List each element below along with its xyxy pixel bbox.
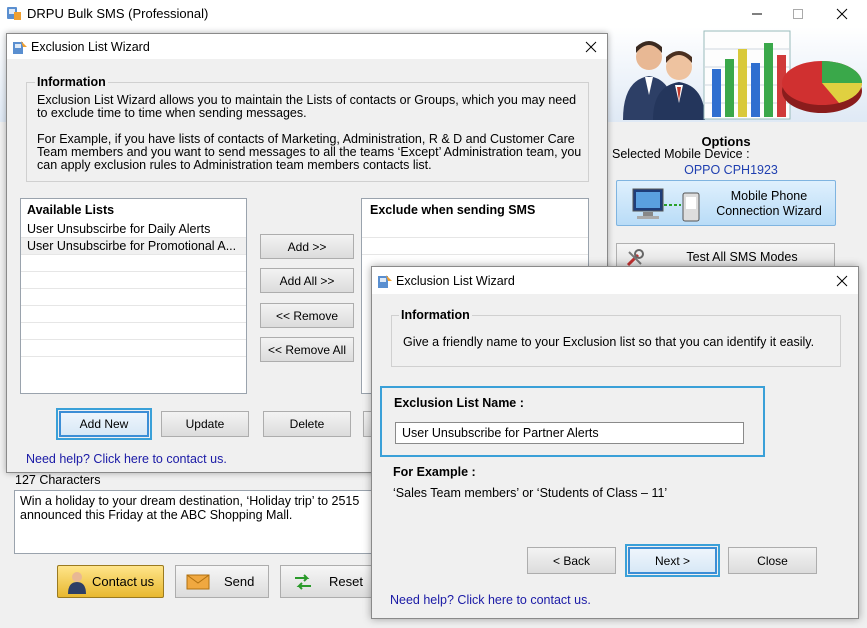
next-button[interactable]: Next > [625,544,720,577]
available-lists-heading: Available Lists [27,203,115,217]
update-button[interactable]: Update [161,411,249,437]
wizard-icon [377,273,393,289]
wizard1-title: Exclusion List Wizard [31,40,150,54]
wizard1-info-heading: Information [35,75,108,89]
wizard1-help-link[interactable]: Need help? Click here to contact us. [26,452,227,466]
exclusion-name-input[interactable]: User Unsubscribe for Partner Alerts [395,422,744,444]
tools-icon [625,248,645,268]
reset-button[interactable]: Reset [280,565,374,598]
pie-chart-icon [779,47,865,119]
wizard2-title-bar: Exclusion List Wizard [372,267,858,294]
wizard2-info-heading: Information [399,308,472,322]
delete-button[interactable]: Delete [263,411,351,437]
main-title: DRPU Bulk SMS (Professional) [27,6,209,21]
connection-wizard-label: Mobile Phone Connection Wizard [716,189,822,218]
characters-count: 127 Characters [15,473,101,487]
wizard2-info-group: Information Give a friendly name to your… [391,308,841,367]
example-text: ‘Sales Team members’ or ‘Students of Cla… [393,486,668,500]
wizard2-title: Exclusion List Wizard [396,274,515,288]
support-person-icon [66,570,88,594]
wizard1-info-text-1: Exclusion List Wizard allows you to main… [37,93,577,120]
empty-row [362,221,588,238]
app-icon [6,5,22,21]
empty-row [362,238,588,255]
main-title-bar: DRPU Bulk SMS (Professional) [0,0,867,27]
connection-wizard-button[interactable]: Mobile Phone Connection Wizard [616,180,836,226]
list-item[interactable]: User Unsubscirbe for Daily Alerts [21,221,246,238]
wizard-icon [12,39,28,55]
device-value: OPPO CPH1923 [684,163,778,177]
empty-row [21,340,246,357]
close-icon[interactable] [579,37,603,57]
remove-button[interactable]: << Remove [260,303,354,328]
empty-row [21,272,246,289]
message-text: Win a holiday to your dream destination,… [20,494,360,522]
minimize-icon[interactable] [735,0,779,27]
device-label: Selected Mobile Device : [612,147,750,161]
empty-row [21,323,246,340]
computer-phone-icon [631,187,703,223]
send-label: Send [224,574,255,589]
back-button[interactable]: < Back [527,547,616,574]
close-button[interactable]: Close [728,547,817,574]
message-textarea[interactable]: Win a holiday to your dream destination,… [14,490,374,554]
add-all-button[interactable]: Add All >> [260,268,354,293]
wizard2-help-link[interactable]: Need help? Click here to contact us. [390,593,591,607]
swap-arrows-icon [293,573,313,591]
exclusion-name-dialog: Exclusion List Wizard Information Give a… [371,266,859,619]
options-panel: Options Selected Mobile Device : OPPO CP… [606,122,867,272]
wizard1-title-bar: Exclusion List Wizard [7,34,607,59]
wizard1-info-group: Information Exclusion List Wizard allows… [26,75,589,182]
maximize-icon[interactable] [776,0,820,27]
empty-row [21,306,246,323]
empty-row [21,289,246,306]
contact-us-label: Contact us [92,574,155,589]
contact-us-button[interactable]: Contact us [57,565,164,598]
add-new-button[interactable]: Add New [56,408,152,440]
add-button[interactable]: Add >> [260,234,354,259]
exclude-list-heading: Exclude when sending SMS [370,203,536,217]
list-item[interactable]: User Unsubscirbe for Promotional A... [21,238,246,255]
remove-all-button[interactable]: << Remove All [260,337,354,362]
exclusion-name-group: Exclusion List Name : User Unsubscribe f… [380,386,765,457]
test-sms-modes-label: Test All SMS Modes [686,250,798,264]
empty-row [21,255,246,272]
envelope-icon [186,573,210,591]
business-people-icon [615,35,715,120]
close-icon[interactable] [820,0,864,27]
wizard1-info-text-2: For Example, if you have lists of contac… [37,132,582,172]
wizard2-info-text: Give a friendly name to your Exclusion l… [403,335,815,349]
send-button[interactable]: Send [175,565,269,598]
reset-label: Reset [329,574,363,589]
exclusion-name-label: Exclusion List Name : [394,396,524,410]
available-lists-box[interactable]: Available Lists User Unsubscirbe for Dai… [20,198,247,394]
close-icon[interactable] [830,271,854,291]
example-label: For Example : [393,465,476,479]
